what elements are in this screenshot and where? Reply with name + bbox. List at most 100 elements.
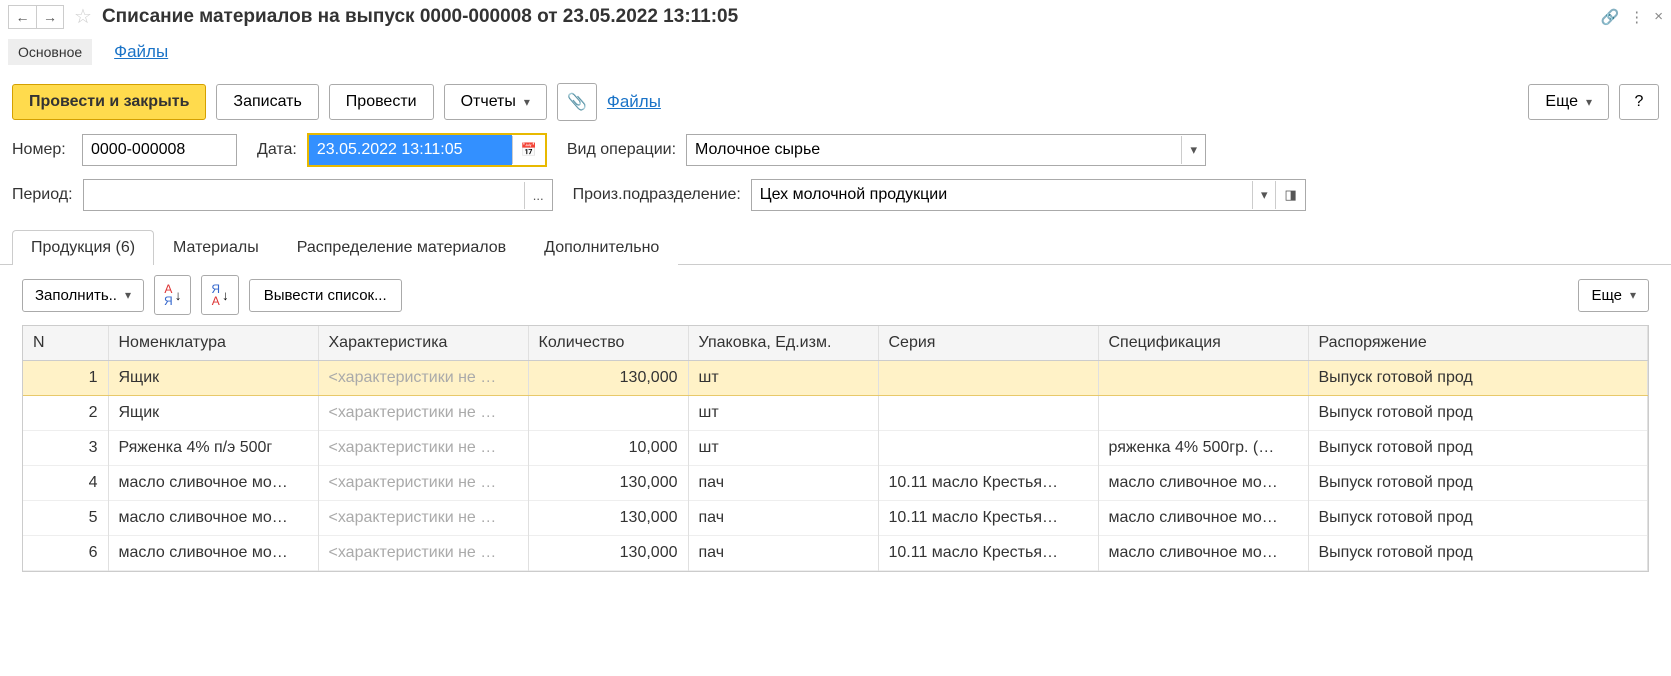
cell-n: 2 (23, 396, 108, 431)
number-input[interactable] (83, 135, 236, 165)
cell-series: 10.11 масло Крестья… (878, 501, 1098, 536)
cell-nomenclature: Ряженка 4% п/э 500г (108, 431, 318, 466)
table-row[interactable]: 3Ряженка 4% п/э 500г<характеристики не …… (23, 431, 1648, 466)
cell-quantity: 130,000 (528, 466, 688, 501)
fill-button[interactable]: Заполнить.. (22, 279, 144, 312)
date-label: Дата: (257, 141, 297, 159)
col-header-characteristic[interactable]: Характеристика (318, 326, 528, 361)
department-label: Произ.подразделение: (573, 186, 741, 204)
save-button[interactable]: Записать (216, 84, 318, 120)
sort-desc-button[interactable]: ЯА↓ (201, 275, 238, 315)
cell-n: 6 (23, 536, 108, 571)
cell-characteristic: <характеристики не … (318, 396, 528, 431)
cell-series (878, 396, 1098, 431)
cell-n: 3 (23, 431, 108, 466)
department-input[interactable] (752, 180, 1252, 210)
star-icon[interactable]: ☆ (68, 4, 98, 29)
nav-back-button[interactable]: ← (8, 5, 36, 29)
help-button[interactable]: ? (1619, 84, 1659, 120)
cell-characteristic: <характеристики не … (318, 536, 528, 571)
period-label: Период: (12, 186, 73, 204)
number-label: Номер: (12, 141, 72, 159)
period-input[interactable] (84, 180, 524, 210)
cell-quantity (528, 396, 688, 431)
cell-order: Выпуск готовой прод (1308, 431, 1648, 466)
cell-characteristic: <характеристики не … (318, 361, 528, 396)
operation-type-dropdown[interactable]: ▾ (1181, 136, 1205, 164)
cell-quantity: 10,000 (528, 431, 688, 466)
subnav-main[interactable]: Основное (8, 39, 92, 65)
cell-characteristic: <характеристики не … (318, 431, 528, 466)
table-row[interactable]: 5масло сливочное мо…<характеристики не …… (23, 501, 1648, 536)
cell-order: Выпуск готовой прод (1308, 396, 1648, 431)
table-row[interactable]: 2Ящик<характеристики не …штВыпуск готово… (23, 396, 1648, 431)
cell-quantity: 130,000 (528, 536, 688, 571)
cell-nomenclature: масло сливочное мо… (108, 466, 318, 501)
department-dropdown[interactable]: ▾ (1252, 181, 1276, 209)
operation-type-input[interactable] (687, 135, 1181, 165)
subnav-files[interactable]: Файлы (104, 37, 178, 67)
cell-n: 1 (23, 361, 108, 396)
table-row[interactable]: 4масло сливочное мо…<характеристики не …… (23, 466, 1648, 501)
kebab-menu-icon[interactable]: ⋮ (1629, 8, 1644, 26)
cell-quantity: 130,000 (528, 501, 688, 536)
table-row[interactable]: 6масло сливочное мо…<характеристики не …… (23, 536, 1648, 571)
cell-spec: масло сливочное мо… (1098, 466, 1308, 501)
tab-products[interactable]: Продукция (6) (12, 230, 154, 265)
department-open-button[interactable]: ◨ (1275, 181, 1304, 209)
cell-spec: масло сливочное мо… (1098, 501, 1308, 536)
sort-asc-icon: АЯ (164, 283, 173, 307)
sort-asc-button[interactable]: АЯ↓ (154, 275, 191, 315)
cell-spec (1098, 396, 1308, 431)
more-button[interactable]: Еще (1528, 84, 1609, 120)
col-header-spec[interactable]: Спецификация (1098, 326, 1308, 361)
page-title: Списание материалов на выпуск 0000-00000… (102, 6, 1597, 28)
table-more-button[interactable]: Еще (1578, 279, 1649, 312)
reports-button[interactable]: Отчеты (444, 84, 547, 120)
tab-extra[interactable]: Дополнительно (525, 230, 678, 265)
cell-spec: ряженка 4% 500гр. (… (1098, 431, 1308, 466)
table-row[interactable]: 1Ящик<характеристики не …130,000штВыпуск… (23, 361, 1648, 396)
col-header-unit[interactable]: Упаковка, Ед.изм. (688, 326, 878, 361)
cell-n: 5 (23, 501, 108, 536)
cell-spec: масло сливочное мо… (1098, 536, 1308, 571)
col-header-n[interactable]: N (23, 326, 108, 361)
products-table: N Номенклатура Характеристика Количество… (23, 326, 1648, 571)
date-input[interactable]: 23.05.2022 13:11:05 (309, 135, 512, 165)
nav-forward-button[interactable]: → (36, 5, 64, 29)
calendar-icon: 📅 (521, 142, 537, 157)
cell-series (878, 361, 1098, 396)
cell-n: 4 (23, 466, 108, 501)
post-and-close-button[interactable]: Провести и закрыть (12, 84, 206, 120)
tab-materials[interactable]: Материалы (154, 230, 278, 265)
post-button[interactable]: Провести (329, 84, 434, 120)
cell-unit: шт (688, 396, 878, 431)
cell-characteristic: <характеристики не … (318, 501, 528, 536)
cell-spec (1098, 361, 1308, 396)
col-header-order[interactable]: Распоряжение (1308, 326, 1648, 361)
export-list-button[interactable]: Вывести список... (249, 279, 402, 312)
col-header-series[interactable]: Серия (878, 326, 1098, 361)
cell-nomenclature: масло сливочное мо… (108, 536, 318, 571)
cell-nomenclature: Ящик (108, 361, 318, 396)
calendar-button[interactable]: 📅 (512, 136, 545, 164)
close-icon[interactable]: × (1654, 8, 1663, 25)
cell-order: Выпуск готовой прод (1308, 466, 1648, 501)
tab-distribution[interactable]: Распределение материалов (278, 230, 525, 265)
cell-unit: пач (688, 466, 878, 501)
link-icon[interactable]: 🔗 (1601, 8, 1620, 26)
cell-unit: пач (688, 501, 878, 536)
cell-order: Выпуск готовой прод (1308, 501, 1648, 536)
cell-unit: шт (688, 431, 878, 466)
col-header-quantity[interactable]: Количество (528, 326, 688, 361)
col-header-nomenclature[interactable]: Номенклатура (108, 326, 318, 361)
cell-series: 10.11 масло Крестья… (878, 466, 1098, 501)
cell-nomenclature: масло сливочное мо… (108, 501, 318, 536)
files-link[interactable]: Файлы (607, 92, 661, 112)
cell-quantity: 130,000 (528, 361, 688, 396)
paperclip-icon: 📎 (567, 92, 587, 112)
attach-button[interactable]: 📎 (557, 83, 597, 121)
cell-series: 10.11 масло Крестья… (878, 536, 1098, 571)
period-select-button[interactable]: ... (524, 182, 552, 209)
cell-series (878, 431, 1098, 466)
